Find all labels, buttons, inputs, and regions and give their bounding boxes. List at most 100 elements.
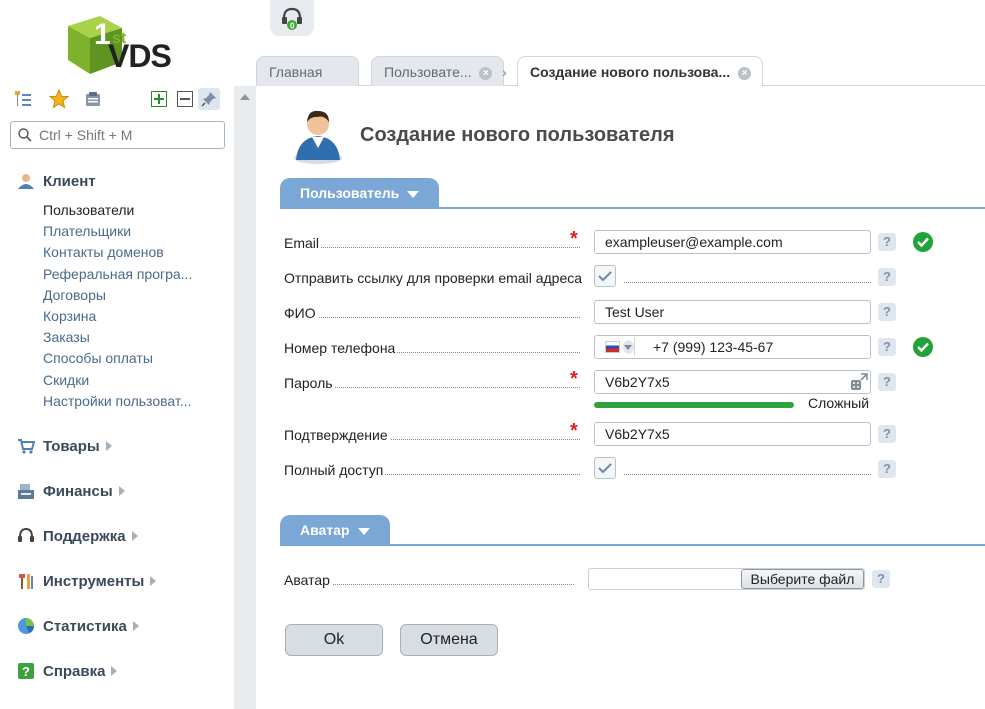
svg-text:0: 0	[290, 22, 295, 31]
caret-down-icon	[407, 190, 420, 198]
confirm-field[interactable]: V6b2Y7x5	[594, 422, 871, 446]
nav-section-support[interactable]: Поддержка	[16, 526, 138, 546]
help-icon[interactable]: ?	[878, 268, 896, 286]
full-access-checkbox[interactable]	[594, 457, 616, 479]
send-link-row: Отправить ссылку для проверки email адре…	[284, 265, 964, 291]
help-icon[interactable]: ?	[878, 233, 896, 251]
valid-check-icon	[913, 337, 933, 357]
nav-section-finance[interactable]: Финансы	[16, 481, 125, 501]
choose-file-button[interactable]: Выберите файл	[741, 569, 864, 589]
country-selector[interactable]	[597, 338, 635, 356]
valid-check-icon	[913, 232, 933, 252]
sidebar: 1 st VDS Клиент Пользо	[0, 0, 234, 709]
search-input[interactable]	[39, 125, 219, 145]
tab-label: Главная	[269, 64, 323, 80]
phone-label: Номер телефона	[284, 335, 398, 361]
leader-dots	[624, 474, 871, 475]
nav-section-label: Клиент	[43, 172, 96, 190]
help-icon[interactable]: ?	[878, 303, 896, 321]
checkmark-icon	[598, 271, 612, 282]
help-icon[interactable]: ?	[878, 425, 896, 443]
email-label: Email	[284, 230, 322, 256]
section-user-tab[interactable]: Пользователь	[280, 178, 440, 208]
avatar-label: Аватар	[284, 567, 332, 593]
password-strength-bar	[594, 402, 794, 408]
password-field[interactable]: V6b2Y7x5	[594, 370, 871, 394]
help-icon[interactable]: ?	[872, 570, 890, 588]
nav-item-users[interactable]: Пользователи	[43, 200, 192, 221]
close-tab-icon[interactable]: ×	[479, 66, 493, 80]
help-icon[interactable]: ?	[878, 460, 896, 478]
pie-chart-icon	[16, 616, 36, 636]
section-avatar-tab[interactable]: Аватар	[280, 515, 390, 545]
user-icon	[16, 171, 36, 191]
nav-section-label: Товары	[43, 437, 100, 455]
confirm-label: Подтверждение	[284, 422, 390, 448]
chevron-right-icon	[150, 576, 157, 586]
fio-row: ФИО Test User ?	[284, 300, 964, 326]
support-notification-button[interactable]: 0	[270, 0, 314, 36]
section-divider	[280, 544, 985, 546]
star-icon[interactable]	[48, 88, 70, 110]
nav-item-user-settings[interactable]: Настройки пользоват...	[43, 391, 192, 412]
tab-bar: Главная Пользовате... × Создание нового …	[256, 56, 985, 87]
fio-label: ФИО	[284, 300, 318, 326]
tree-view-icon[interactable]	[12, 88, 34, 110]
email-row: Email * exampleuser@example.com ?	[284, 228, 964, 256]
nav-section-tools[interactable]: Инструменты	[16, 571, 157, 591]
tools-icon	[16, 571, 36, 591]
nav-section-goods[interactable]: Товары	[16, 436, 112, 456]
scroll-up-arrow-icon[interactable]	[240, 94, 250, 100]
help-icon[interactable]: ?	[878, 338, 896, 356]
nav-item-payers[interactable]: Плательщики	[43, 221, 192, 242]
nav-item-payment-methods[interactable]: Способы оплаты	[43, 348, 192, 369]
tab-create-user[interactable]: Создание нового пользова... ×	[517, 56, 763, 87]
pin-icon[interactable]	[198, 88, 220, 110]
full-access-row: Полный доступ ?	[284, 457, 964, 483]
nav-item-cart[interactable]: Корзина	[43, 306, 192, 327]
russia-flag-icon	[605, 341, 620, 353]
section-label: Аватар	[300, 522, 350, 538]
nav-section-label: Справка	[43, 662, 106, 680]
tab-main[interactable]: Главная	[256, 56, 359, 86]
close-tab-icon[interactable]: ×	[738, 66, 752, 80]
nav-item-contracts[interactable]: Договоры	[43, 285, 192, 306]
nav-section-label: Инструменты	[43, 572, 145, 590]
logo[interactable]: 1 st VDS	[60, 12, 180, 80]
nav-section-label: Поддержка	[43, 527, 126, 545]
full-access-label: Полный доступ	[284, 457, 386, 483]
page-title: Создание нового пользователя	[360, 124, 675, 146]
caret-down-icon	[357, 527, 370, 535]
chevron-right-icon	[118, 486, 125, 496]
send-link-label: Отправить ссылку для проверки email адре…	[284, 265, 585, 291]
headset-badge-icon: 0	[282, 7, 302, 31]
expand-all-icon[interactable]	[148, 88, 170, 110]
nav-section-help[interactable]: ? Справка	[16, 661, 118, 681]
collapse-all-icon[interactable]	[174, 88, 196, 110]
sidebar-toolbar	[12, 88, 224, 110]
phone-value: +7 (999) 123-45-67	[653, 339, 774, 355]
password-row: Пароль * V6b2Y7x5 ?	[284, 368, 964, 396]
tab-users[interactable]: Пользовате... ×	[371, 56, 504, 86]
send-link-checkbox[interactable]	[594, 265, 616, 287]
nav-item-discounts[interactable]: Скидки	[43, 370, 192, 391]
nav-item-referral[interactable]: Реферальная програ...	[43, 264, 192, 285]
nav-item-domain-contacts[interactable]: Контакты доменов	[43, 242, 192, 263]
tab-label: Пользовате...	[384, 64, 472, 80]
help-icon[interactable]: ?	[878, 373, 896, 391]
headset-icon	[16, 526, 36, 546]
fio-field[interactable]: Test User	[594, 300, 871, 324]
phone-row: Номер телефона +7 (999) 123-45-67 ?	[284, 335, 964, 361]
sidebar-scrollbar[interactable]	[234, 86, 256, 709]
cancel-button[interactable]: Отмена	[400, 624, 498, 656]
email-field[interactable]: exampleuser@example.com	[594, 230, 871, 254]
nav-section-client[interactable]: Клиент	[16, 171, 96, 191]
nav-item-orders[interactable]: Заказы	[43, 327, 192, 348]
section-label: Пользователь	[300, 185, 400, 201]
breadcrumb-chevron-icon: ›	[502, 64, 507, 80]
clipboard-icon[interactable]	[82, 88, 104, 110]
nav-section-stats[interactable]: Статистика	[16, 616, 139, 636]
ok-button[interactable]: Ok	[285, 624, 383, 656]
phone-field[interactable]: +7 (999) 123-45-67	[594, 335, 871, 359]
chevron-right-icon	[105, 441, 112, 451]
